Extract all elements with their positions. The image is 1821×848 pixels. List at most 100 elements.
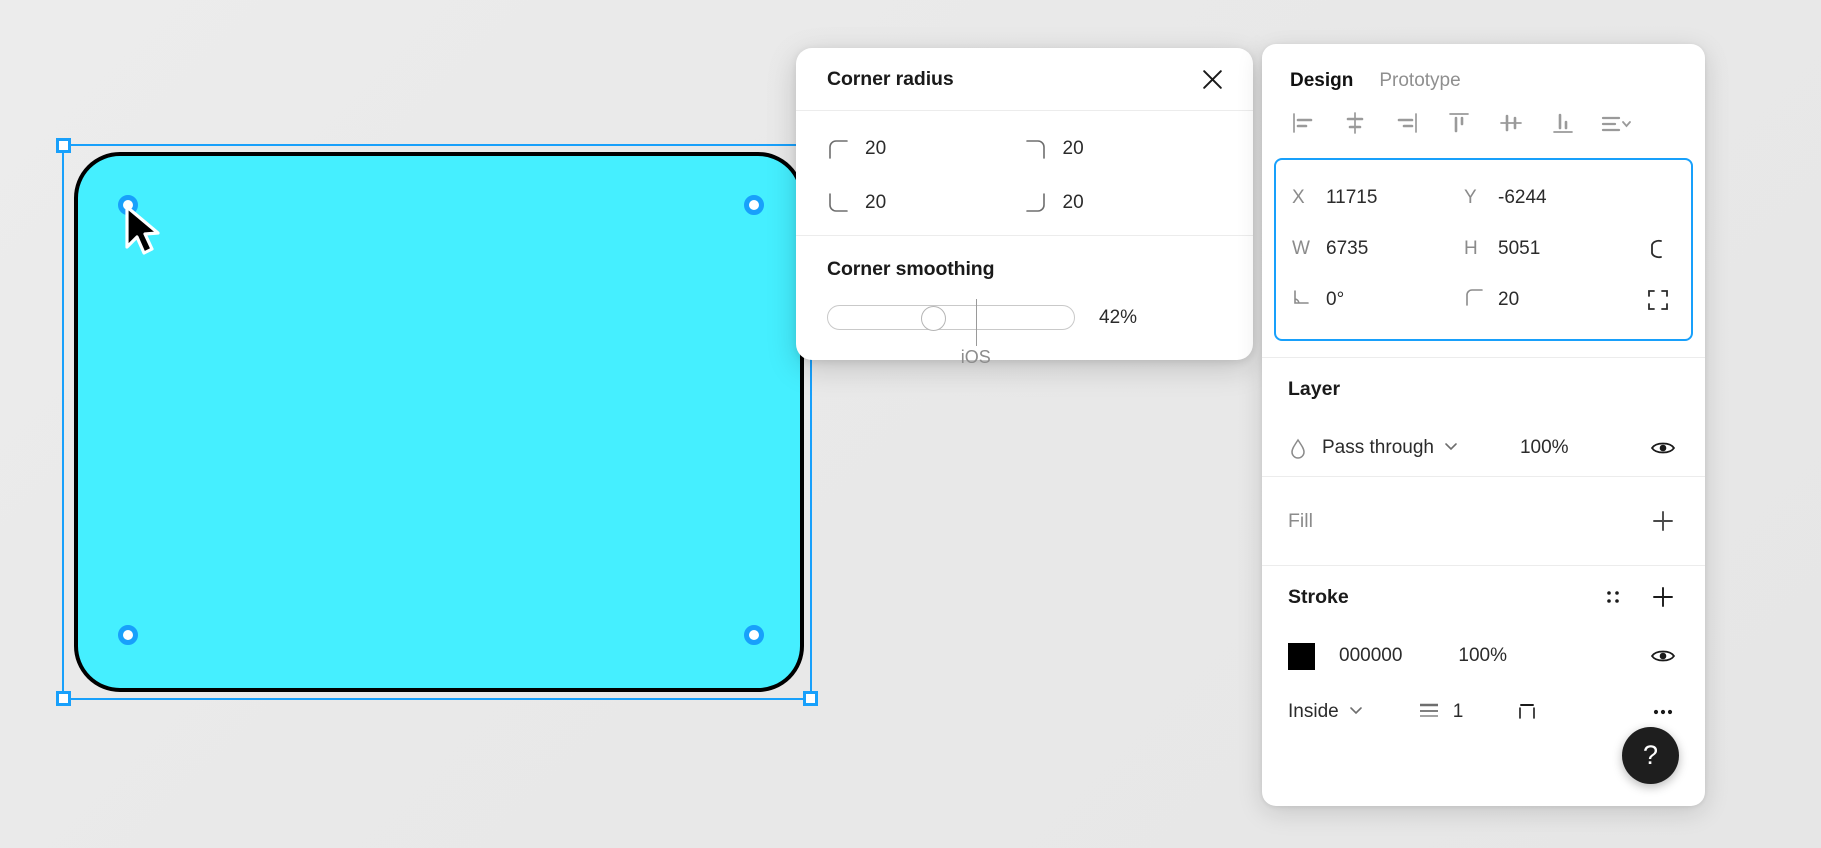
align-right-icon[interactable] bbox=[1386, 106, 1428, 140]
stroke-section-header: Stroke bbox=[1288, 566, 1679, 628]
y-value: -6244 bbox=[1498, 187, 1547, 209]
y-label: Y bbox=[1464, 187, 1498, 209]
position-row: X 11715 Y -6244 bbox=[1276, 172, 1691, 223]
h-value: 5051 bbox=[1498, 238, 1540, 260]
corner-radius-value: 20 bbox=[1498, 289, 1519, 311]
stroke-opacity-value[interactable]: 100% bbox=[1458, 645, 1507, 667]
slider-ios-tick bbox=[976, 299, 977, 346]
corner-smoothing-section: Corner smoothing iOS 42% bbox=[796, 236, 1253, 360]
constrain-proportions-icon[interactable] bbox=[1641, 232, 1675, 266]
transform-section: X 11715 Y -6244 W 6735 H 5051 bbox=[1274, 158, 1693, 341]
stroke-align-value[interactable]: Inside bbox=[1288, 701, 1339, 723]
corner-bottom-right-icon bbox=[1025, 192, 1047, 214]
stroke-title: Stroke bbox=[1288, 586, 1349, 609]
rotation-value: 0° bbox=[1326, 289, 1344, 311]
distribute-more-icon[interactable] bbox=[1594, 106, 1636, 140]
layer-opacity-value[interactable]: 100% bbox=[1520, 437, 1569, 459]
corner-radius-fields: 20 20 20 20 bbox=[796, 111, 1253, 235]
selection-bounding-box bbox=[62, 144, 812, 700]
w-label: W bbox=[1292, 238, 1326, 260]
slider-ios-label: iOS bbox=[961, 347, 991, 368]
corner-smoothing-row: iOS 42% bbox=[827, 305, 1222, 330]
rotation-radius-row: 0° 20 bbox=[1276, 274, 1691, 325]
tab-prototype[interactable]: Prototype bbox=[1379, 70, 1460, 92]
stroke-weight-value[interactable]: 1 bbox=[1453, 701, 1464, 723]
corner-smoothing-title: Corner smoothing bbox=[827, 258, 1222, 281]
plus-icon[interactable] bbox=[1647, 581, 1679, 613]
resize-handle-bottom-right[interactable] bbox=[803, 691, 818, 706]
align-vertical-center-icon[interactable] bbox=[1490, 106, 1532, 140]
h-field[interactable]: H 5051 bbox=[1464, 238, 1636, 260]
slider-thumb[interactable] bbox=[921, 306, 946, 331]
chevron-down-icon[interactable] bbox=[1442, 437, 1460, 460]
w-field[interactable]: W 6735 bbox=[1292, 238, 1464, 260]
corner-radius-popover: Corner radius 20 20 20 bbox=[796, 48, 1253, 360]
corner-smoothing-value: 42% bbox=[1099, 307, 1137, 329]
corner-radius-top-left[interactable]: 20 bbox=[827, 133, 1025, 165]
corner-radius-top-left-value: 20 bbox=[865, 138, 886, 160]
corner-radius-bottom-right[interactable]: 20 bbox=[1025, 187, 1223, 219]
stroke-color-row: 000000 100% bbox=[1288, 628, 1679, 684]
more-options-icon[interactable] bbox=[1647, 696, 1679, 728]
blend-mode-value[interactable]: Pass through bbox=[1322, 437, 1434, 459]
corner-radius-bottom-right-value: 20 bbox=[1063, 192, 1084, 214]
stroke-weight-icon bbox=[1417, 699, 1441, 726]
corner-radius-handle-top-right[interactable] bbox=[744, 195, 764, 215]
resize-handle-bottom-left[interactable] bbox=[56, 691, 71, 706]
x-value: 11715 bbox=[1326, 187, 1377, 209]
corner-top-right-icon bbox=[1025, 138, 1047, 160]
advanced-stroke-icon[interactable] bbox=[1511, 696, 1543, 728]
corner-radius-bottom-left[interactable]: 20 bbox=[827, 187, 1025, 219]
help-button-label: ? bbox=[1643, 740, 1658, 771]
align-horizontal-center-icon[interactable] bbox=[1334, 106, 1376, 140]
stroke-options-row: Inside 1 bbox=[1288, 684, 1679, 740]
corner-bottom-left-icon bbox=[827, 192, 849, 214]
layer-section: Layer Pass through 100% bbox=[1262, 357, 1705, 476]
y-field[interactable]: Y -6244 bbox=[1464, 187, 1636, 209]
corner-radius-icon bbox=[1464, 287, 1498, 313]
eye-icon[interactable] bbox=[1647, 432, 1679, 464]
rotation-icon bbox=[1292, 287, 1326, 313]
popover-header: Corner radius bbox=[796, 48, 1253, 111]
corner-radius-top-right[interactable]: 20 bbox=[1025, 133, 1223, 165]
stroke-section: Stroke 000000 bbox=[1262, 565, 1705, 740]
corner-radius-bottom-left-value: 20 bbox=[865, 192, 886, 214]
style-grid-icon[interactable] bbox=[1597, 581, 1629, 613]
align-bottom-icon[interactable] bbox=[1542, 106, 1584, 140]
independent-corners-icon[interactable] bbox=[1641, 283, 1675, 317]
layer-title: Layer bbox=[1288, 378, 1340, 401]
layer-section-header: Layer bbox=[1288, 358, 1679, 420]
w-value: 6735 bbox=[1326, 238, 1368, 260]
arrow-pointer-icon bbox=[124, 205, 168, 257]
corner-radius-handle-bottom-left[interactable] bbox=[118, 625, 138, 645]
alignment-toolbar bbox=[1262, 98, 1705, 154]
plus-icon[interactable] bbox=[1647, 505, 1679, 537]
help-icon[interactable]: ? bbox=[1622, 727, 1679, 784]
fill-title: Fill bbox=[1288, 510, 1313, 533]
rotation-field[interactable]: 0° bbox=[1292, 287, 1464, 313]
close-icon[interactable] bbox=[1197, 64, 1227, 94]
layer-blend-row: Pass through 100% bbox=[1288, 420, 1679, 476]
x-field[interactable]: X 11715 bbox=[1292, 187, 1464, 209]
slider-track[interactable] bbox=[827, 305, 1075, 330]
panel-tabs: Design Prototype bbox=[1262, 44, 1705, 98]
stroke-color-hex[interactable]: 000000 bbox=[1339, 645, 1402, 667]
h-label: H bbox=[1464, 238, 1498, 260]
tab-design[interactable]: Design bbox=[1290, 70, 1353, 92]
fill-section-header: Fill bbox=[1288, 477, 1679, 565]
corner-top-left-icon bbox=[827, 138, 849, 160]
chevron-down-icon[interactable] bbox=[1347, 701, 1365, 724]
align-left-icon[interactable] bbox=[1282, 106, 1324, 140]
corner-radius-handle-bottom-right[interactable] bbox=[744, 625, 764, 645]
align-top-icon[interactable] bbox=[1438, 106, 1480, 140]
stroke-color-swatch[interactable] bbox=[1288, 643, 1315, 670]
eye-icon[interactable] bbox=[1647, 640, 1679, 672]
corner-radius-top-right-value: 20 bbox=[1063, 138, 1084, 160]
resize-handle-top-left[interactable] bbox=[56, 138, 71, 153]
x-label: X bbox=[1292, 187, 1326, 209]
blend-mode-icon bbox=[1288, 437, 1322, 459]
popover-title: Corner radius bbox=[827, 68, 954, 91]
design-panel: Design Prototype bbox=[1262, 44, 1705, 806]
corner-smoothing-slider[interactable]: iOS bbox=[827, 305, 1075, 330]
corner-radius-field[interactable]: 20 bbox=[1464, 287, 1636, 313]
